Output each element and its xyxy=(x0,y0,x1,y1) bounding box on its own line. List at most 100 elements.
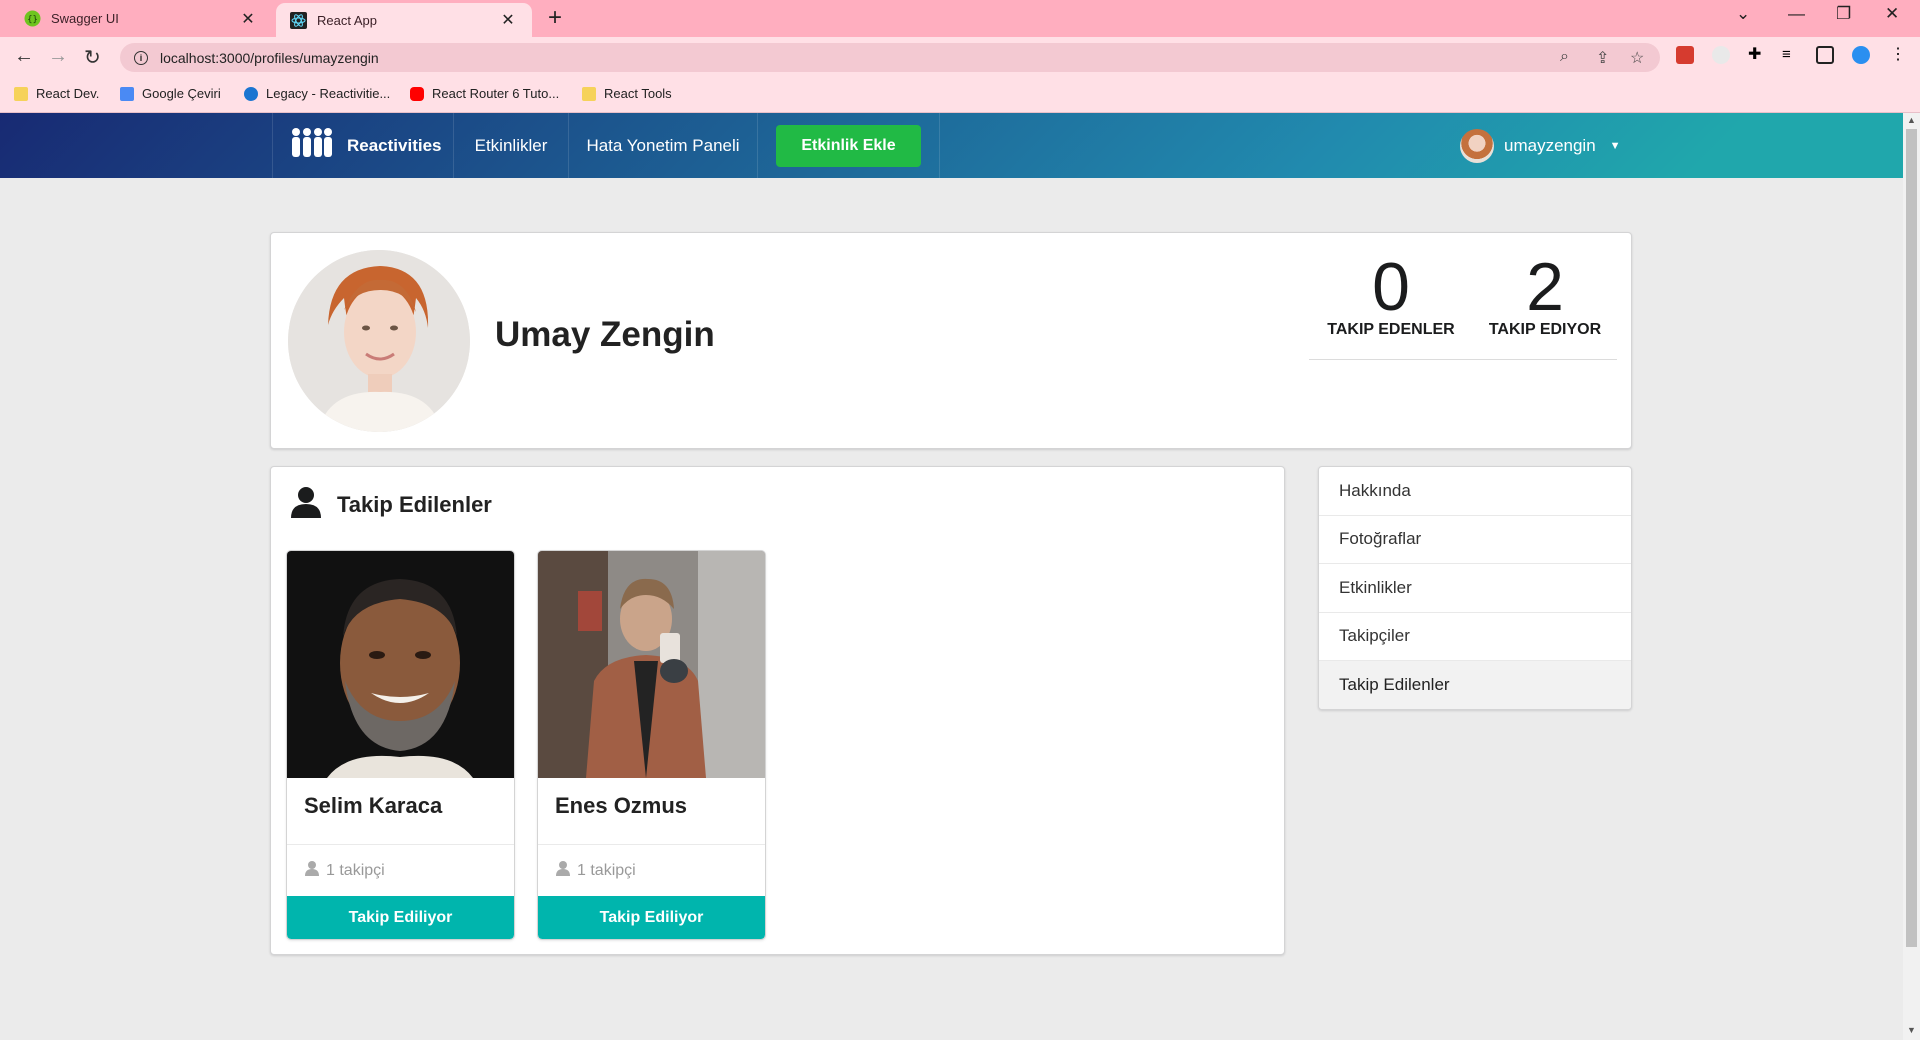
add-event-button[interactable]: Etkinlik Ekle xyxy=(776,124,921,167)
tab-title: React App xyxy=(317,12,377,28)
menu-item-following[interactable]: Takip Edilenler xyxy=(1319,661,1631,709)
dropdown-caret-icon: ▼ xyxy=(1609,139,1621,152)
bookmark-label: Google Çeviri xyxy=(142,86,221,101)
bookmark-label: React Dev. xyxy=(36,86,100,101)
bookmark-react-dev[interactable]: React Dev. xyxy=(14,86,99,101)
tab-close-icon[interactable]: ✕ xyxy=(238,9,258,29)
following-panel-title: Takip Edilenler xyxy=(337,491,492,517)
share-icon[interactable]: ⇪ xyxy=(1596,48,1609,68)
bookmark-legacy-reactivities[interactable]: Legacy - Reactivitie... xyxy=(244,86,390,101)
user-card[interactable]: Selim Karaca 1 takipçi Takip Ediliyor xyxy=(287,551,514,939)
menu-item-events[interactable]: Etkinlikler xyxy=(1319,564,1631,613)
tab-react-app[interactable]: React App ✕ xyxy=(276,3,532,37)
following-label: TAKIP EDIYOR xyxy=(1488,321,1602,338)
new-tab-button[interactable]: + xyxy=(548,4,562,32)
username-label: umayzengin xyxy=(1504,135,1596,155)
profile-name: Umay Zengin xyxy=(495,315,715,354)
page-scrollbar[interactable]: ▲ ▼ xyxy=(1903,113,1920,1040)
following-toggle-button[interactable]: Takip Ediliyor xyxy=(287,896,514,939)
restore-icon[interactable]: ❐ xyxy=(1836,4,1851,24)
reading-list-icon[interactable]: ≡ xyxy=(1782,46,1800,64)
tab-title: Swagger UI xyxy=(51,11,119,26)
menu-item-photos[interactable]: Fotoğraflar xyxy=(1319,516,1631,564)
following-toggle-button[interactable]: Takip Ediliyor xyxy=(538,896,765,939)
react-favicon-icon xyxy=(290,11,307,29)
scroll-up-arrow-icon[interactable]: ▲ xyxy=(1907,115,1916,125)
card-divider xyxy=(538,844,765,845)
bookmark-react-tools[interactable]: React Tools xyxy=(582,86,672,101)
user-icon xyxy=(555,860,571,881)
brand-link[interactable]: Reactivities xyxy=(272,113,454,178)
bookmark-label: React Tools xyxy=(604,86,672,101)
user-card-name[interactable]: Enes Ozmus xyxy=(555,793,687,819)
back-arrow-icon[interactable]: ← xyxy=(14,45,34,68)
side-panel-icon[interactable] xyxy=(1816,46,1834,64)
profile-side-menu: Hakkında Fotoğraflar Etkinlikler Takipçi… xyxy=(1318,466,1632,710)
profile-header: Umay Zengin 0 TAKIP EDENLER 2 TAKIP EDIY… xyxy=(270,232,1632,449)
profile-avatar-icon[interactable] xyxy=(1852,46,1870,64)
stat-divider xyxy=(1309,359,1617,360)
user-dropdown[interactable]: umayzengin ▼ xyxy=(1442,113,1622,178)
following-count: 2 xyxy=(1526,249,1564,325)
bookmark-google-ceviri[interactable]: Google Çeviri xyxy=(120,86,221,101)
bookmark-star-icon[interactable]: ☆ xyxy=(1630,48,1644,68)
user-card-photo xyxy=(287,551,514,778)
user-card-name[interactable]: Selim Karaca xyxy=(304,793,442,819)
user-avatar xyxy=(1460,128,1494,163)
extension-red-icon[interactable] xyxy=(1676,46,1694,64)
scroll-down-arrow-icon[interactable]: ▼ xyxy=(1907,1025,1916,1035)
reload-icon[interactable]: ↻ xyxy=(84,45,101,70)
following-panel: Takip Edilenler Selim Karaca 1 takipçi T… xyxy=(270,466,1285,955)
nav-add-event-item: Etkinlik Ekle xyxy=(758,113,940,178)
extension-gray-icon[interactable] xyxy=(1712,46,1730,64)
following-panel-header: Takip Edilenler xyxy=(289,485,492,524)
user-card-followers: 1 takipçi xyxy=(304,860,385,881)
user-icon xyxy=(289,485,323,524)
menu-item-about[interactable]: Hakkında xyxy=(1319,467,1631,516)
nav-error-panel-link[interactable]: Hata Yonetim Paneli xyxy=(569,113,758,178)
profile-avatar xyxy=(288,250,470,432)
folder-icon xyxy=(14,86,28,101)
tab-swagger-ui[interactable]: {} Swagger UI ✕ xyxy=(10,0,272,37)
user-card-followers: 1 takipçi xyxy=(555,860,636,881)
google-translate-icon xyxy=(120,86,134,101)
nav-events-link[interactable]: Etkinlikler xyxy=(454,113,569,178)
user-icon xyxy=(304,860,320,881)
swagger-favicon-icon: {} xyxy=(24,10,41,27)
bookmark-label: Legacy - Reactivitie... xyxy=(266,86,391,101)
scrollbar-thumb[interactable] xyxy=(1906,129,1917,947)
extensions-puzzle-icon[interactable]: ✚ xyxy=(1748,46,1766,64)
app-navbar: Reactivities Etkinlikler Hata Yonetim Pa… xyxy=(0,113,1903,178)
minimize-icon[interactable]: — xyxy=(1788,4,1805,24)
svg-text:{}: {} xyxy=(27,15,38,25)
user-card-photo xyxy=(538,551,765,778)
brand-label: Reactivities xyxy=(347,135,442,155)
followers-text: 1 takipçi xyxy=(326,861,385,879)
followers-count: 0 xyxy=(1372,249,1410,325)
folder-icon xyxy=(582,86,596,101)
card-divider xyxy=(287,844,514,845)
following-stat: 2 TAKIP EDIYOR xyxy=(1475,251,1615,339)
youtube-icon xyxy=(410,86,424,101)
url-text: localhost:3000/profiles/umayzengin xyxy=(160,49,379,66)
browser-menu-icon[interactable]: ⋮ xyxy=(1890,46,1908,64)
people-group-logo-icon xyxy=(291,127,333,164)
bookmark-label: React Router 6 Tuto... xyxy=(432,86,560,101)
followers-stat: 0 TAKIP EDENLER xyxy=(1321,251,1461,339)
tab-search-chevron-icon[interactable]: ⌄ xyxy=(1736,4,1750,24)
browser-tab-bar: {} Swagger UI ✕ React App ✕ + ⌄ — ❐ ✕ xyxy=(0,0,1920,37)
followers-text: 1 takipçi xyxy=(577,861,636,879)
onedrive-cloud-icon xyxy=(244,86,258,101)
followers-label: TAKIP EDENLER xyxy=(1327,321,1455,338)
forward-arrow-icon[interactable]: → xyxy=(48,45,68,68)
menu-item-followers[interactable]: Takipçiler xyxy=(1319,613,1631,661)
bookmark-react-router[interactable]: React Router 6 Tuto... xyxy=(410,86,559,101)
bookmarks-bar: React Dev. Google Çeviri Legacy - Reacti… xyxy=(0,77,1920,113)
url-bar[interactable]: i localhost:3000/profiles/umayzengin ⌕ ⇪… xyxy=(120,43,1660,72)
close-window-icon[interactable]: ✕ xyxy=(1885,4,1899,24)
tab-close-icon[interactable]: ✕ xyxy=(498,10,518,30)
address-bar-row: ← → ↻ i localhost:3000/profiles/umayzeng… xyxy=(0,37,1920,77)
site-info-icon[interactable]: i xyxy=(134,50,148,65)
user-card[interactable]: Enes Ozmus 1 takipçi Takip Ediliyor xyxy=(538,551,765,939)
zoom-icon[interactable]: ⌕ xyxy=(1560,48,1569,66)
